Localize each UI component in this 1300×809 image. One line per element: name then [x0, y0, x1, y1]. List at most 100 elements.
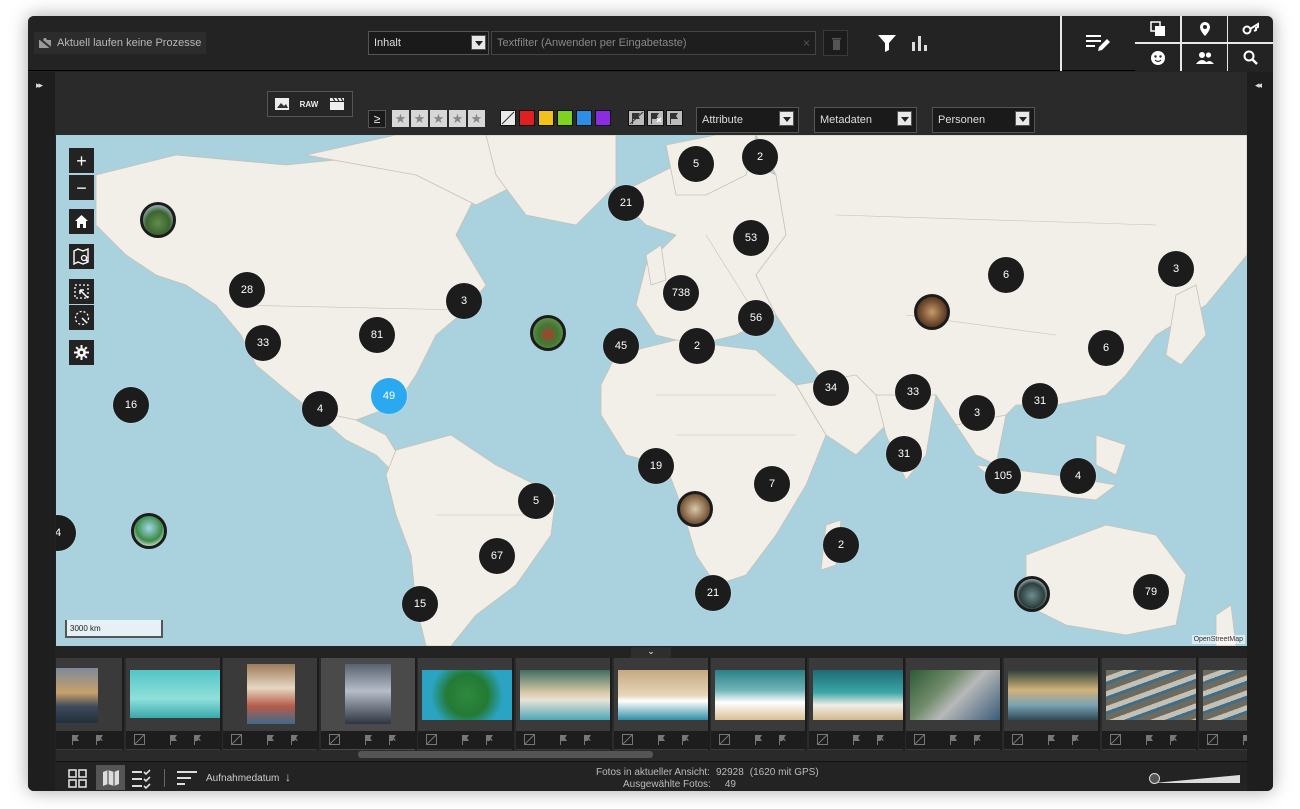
map-cluster[interactable]: 6 — [1088, 330, 1124, 366]
map-settings-button[interactable] — [69, 340, 94, 365]
flag-icon[interactable] — [558, 734, 569, 745]
reject-flag-icon[interactable] — [94, 734, 105, 745]
raw-type-button[interactable]: RAW — [298, 95, 320, 113]
zoom-in-button[interactable]: + — [69, 148, 94, 173]
reject-flag-icon[interactable] — [387, 734, 398, 745]
sort-direction-icon[interactable]: ↓ — [285, 770, 291, 784]
filmstrip-item[interactable] — [808, 658, 905, 750]
photo-pin[interactable] — [140, 202, 176, 238]
map-cluster[interactable]: 15 — [402, 586, 438, 622]
filmstrip-item[interactable] — [1004, 658, 1100, 750]
photo-pin[interactable] — [1014, 576, 1050, 612]
expand-left-icon[interactable]: ▸▸ — [36, 80, 43, 91]
map-cluster[interactable]: 105 — [985, 458, 1021, 494]
filmstrip-item[interactable] — [223, 658, 320, 750]
delete-filter-button[interactable] — [823, 30, 848, 56]
location-button[interactable] — [1182, 16, 1227, 42]
flag-unflagged-button[interactable] — [628, 110, 645, 126]
collapse-right-icon[interactable]: ◂◂ — [1255, 80, 1262, 91]
map-cluster[interactable]: 5 — [518, 483, 554, 519]
no-color-icon[interactable] — [719, 734, 731, 745]
persons-select[interactable]: Personen — [932, 107, 1035, 133]
map-cluster[interactable]: 49 — [371, 378, 407, 414]
reject-flag-icon[interactable] — [875, 734, 886, 745]
map-cluster[interactable]: 28 — [229, 272, 265, 308]
map-cluster[interactable]: 33 — [245, 325, 281, 361]
photo-pin[interactable] — [131, 513, 167, 549]
map-cluster[interactable]: 79 — [1133, 574, 1169, 610]
reject-flag-icon[interactable] — [972, 734, 983, 745]
map-cluster[interactable]: 81 — [359, 317, 395, 353]
flag-picked-button[interactable] — [666, 110, 683, 126]
filmstrip-item[interactable] — [418, 658, 515, 750]
no-color-icon[interactable] — [621, 734, 633, 745]
copy-button[interactable] — [1135, 16, 1180, 42]
map-cluster[interactable]: 19 — [638, 448, 674, 484]
home-button[interactable] — [69, 209, 94, 234]
reject-flag-icon[interactable] — [289, 734, 300, 745]
map-cluster[interactable]: 3 — [446, 283, 482, 319]
attributes-select[interactable]: Attribute — [696, 107, 799, 133]
persons-button[interactable] — [1182, 44, 1227, 71]
sort-label[interactable]: Aufnahmedatum — [206, 773, 279, 784]
map-cluster[interactable]: 4 — [302, 391, 338, 427]
edit-list-icon[interactable] — [1085, 32, 1111, 59]
flag-icon[interactable] — [656, 734, 667, 745]
zoom-out-button[interactable]: − — [69, 175, 94, 200]
reject-flag-icon[interactable] — [192, 734, 203, 745]
reject-flag-icon[interactable] — [1070, 734, 1081, 745]
star-4-button[interactable]: ★ — [449, 110, 466, 127]
map-cluster[interactable]: 45 — [603, 328, 639, 364]
star-1-button[interactable]: ★ — [392, 110, 409, 127]
keywords-button[interactable] — [1228, 16, 1273, 42]
video-type-button[interactable] — [326, 95, 348, 113]
reject-flag-icon[interactable] — [1168, 734, 1179, 745]
filmstrip-item[interactable] — [516, 658, 612, 750]
map-cluster[interactable]: 3 — [959, 395, 995, 431]
rating-operator-button[interactable]: ≥ — [368, 110, 386, 128]
star-2-button[interactable]: ★ — [411, 110, 428, 127]
map-search-button[interactable] — [69, 244, 94, 269]
no-color-icon[interactable] — [231, 734, 243, 745]
no-color-icon[interactable] — [914, 734, 926, 745]
star-5-button[interactable]: ★ — [468, 110, 485, 127]
map-cluster[interactable]: 31 — [886, 436, 922, 472]
no-color-icon[interactable] — [524, 734, 535, 745]
purple-label-button[interactable] — [595, 110, 611, 126]
world-map[interactable]: 5 2 21 53 28 3 738 6 3 56 33 81 45 2 6 49 16 4 34 33 3 31 31 19… — [56, 135, 1247, 646]
metadata-select[interactable]: Metadaten — [814, 107, 917, 133]
flag-icon[interactable] — [1144, 734, 1155, 745]
faces-button[interactable] — [1135, 44, 1180, 71]
textfilter-input[interactable]: Textfilter (Anwenden per Eingabetaste) × — [491, 31, 816, 55]
filmstrip-item[interactable] — [711, 658, 808, 750]
map-cluster[interactable]: 16 — [113, 387, 149, 423]
no-color-button[interactable] — [500, 110, 516, 126]
map-cluster[interactable]: 33 — [895, 374, 931, 410]
flag-icon[interactable] — [1046, 734, 1057, 745]
map-cluster[interactable]: 6 — [988, 257, 1024, 293]
red-label-button[interactable] — [519, 110, 535, 126]
flag-icon[interactable] — [1241, 734, 1247, 745]
map-view-button[interactable] — [96, 765, 125, 790]
grid-view-button[interactable] — [68, 769, 88, 791]
reject-flag-icon[interactable] — [680, 734, 691, 745]
map-cluster[interactable]: 53 — [733, 220, 769, 256]
map-cluster[interactable]: 67 — [479, 538, 515, 574]
no-color-icon[interactable] — [816, 734, 828, 745]
no-color-icon[interactable] — [1207, 734, 1219, 745]
map-cluster[interactable]: 3 — [1158, 251, 1194, 287]
image-type-button[interactable] — [271, 95, 293, 113]
filmstrip-scrollbar[interactable] — [358, 751, 653, 758]
filmstrip-item[interactable] — [320, 658, 417, 750]
content-select[interactable]: Inhalt — [368, 31, 489, 55]
search-button[interactable] — [1228, 44, 1273, 71]
map-cluster[interactable]: 2 — [823, 527, 859, 563]
sort-button[interactable] — [177, 770, 197, 791]
flag-icon[interactable] — [265, 734, 276, 745]
map-cluster[interactable]: 2 — [679, 328, 715, 364]
no-color-icon[interactable] — [1109, 734, 1121, 745]
map-cluster[interactable]: 4 — [1060, 458, 1096, 494]
filmstrip-item[interactable] — [613, 658, 710, 750]
map-cluster[interactable]: 738 — [663, 275, 699, 311]
no-color-icon[interactable] — [426, 734, 438, 745]
